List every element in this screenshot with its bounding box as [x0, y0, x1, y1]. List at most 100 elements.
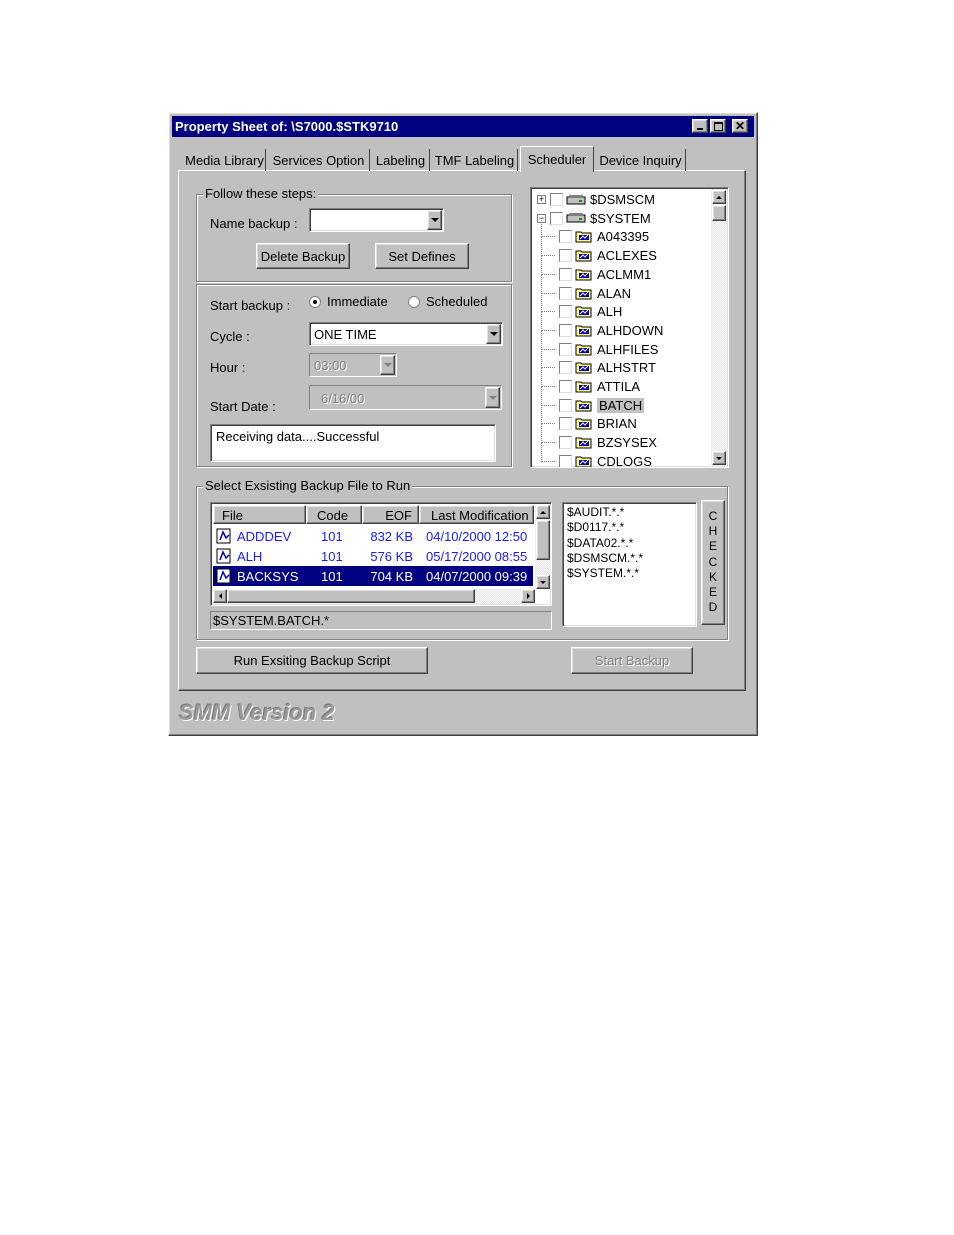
tree-item-checkbox[interactable]	[559, 398, 572, 412]
tree-item-label: ALHDOWN	[597, 322, 664, 338]
checked-item[interactable]: $D0117.*.*	[567, 520, 643, 535]
list-hscroll-thumb[interactable]	[227, 589, 475, 603]
tree-item-checkbox[interactable]	[559, 286, 572, 300]
delete-backup-button[interactable]: Delete Backup	[256, 243, 350, 269]
cycle-select[interactable]: ONE TIME	[309, 322, 503, 346]
tree-scroll-down-button[interactable]	[712, 451, 726, 465]
column-header-code[interactable]: Code	[306, 505, 362, 524]
name-backup-dropdown-button[interactable]	[427, 210, 442, 230]
tree-item[interactable]: ALHSTRT	[541, 349, 656, 377]
tree-item-label: BATCH	[597, 397, 645, 413]
tree-item-checkbox[interactable]	[559, 230, 572, 244]
run-existing-backup-button[interactable]: Run Exsiting Backup Script	[196, 647, 428, 674]
tree-item-checkbox[interactable]	[559, 249, 572, 263]
last-modification-cell: 04/07/2000 09:39	[426, 569, 528, 584]
tree-item-checkbox[interactable]	[559, 267, 572, 281]
list-scroll-down-button[interactable]	[536, 575, 550, 589]
tab-device-inquiry[interactable]: Device Inquiry	[596, 149, 686, 171]
tree-item-checkbox[interactable]	[559, 380, 572, 393]
tree-item-label: ATTILA	[597, 379, 641, 394]
title-bar[interactable]: Property Sheet of: \S7000.$STK9710 ✕	[172, 116, 754, 137]
checked-items-list[interactable]: $AUDIT.*.* $D0117.*.* $DATA02.*.* $DSMSCM.*…	[562, 502, 697, 627]
tree-item[interactable]: ALHFILES	[541, 330, 658, 359]
tree-scroll-up-button[interactable]	[712, 190, 726, 204]
immediate-radio-indicator[interactable]	[309, 295, 321, 308]
minimize-button[interactable]	[692, 119, 708, 133]
list-scroll-left-button[interactable]	[213, 589, 227, 603]
column-header-file[interactable]: File	[213, 505, 306, 524]
list-scroll-up-button[interactable]	[536, 505, 550, 519]
tree-item[interactable]: BRIAN	[541, 405, 637, 433]
start-date-dropdown-button[interactable]	[485, 387, 500, 408]
tree-connector-vertical	[541, 405, 542, 425]
tree-item-checkbox[interactable]	[559, 342, 572, 356]
eof-cell: 576 KB	[370, 549, 413, 564]
scheduled-radio-indicator[interactable]	[408, 295, 420, 308]
tree-item[interactable]: BZSYSEX	[541, 424, 657, 452]
checked-item[interactable]: $DSMSCM.*.*	[567, 551, 643, 566]
tree-connector	[541, 329, 555, 331]
hour-dropdown-button[interactable]	[380, 355, 395, 375]
tree-item[interactable]: + $DSMSCM	[537, 190, 655, 209]
tab-services-option[interactable]: Services Option	[268, 149, 370, 171]
list-scroll-right-button[interactable]	[521, 589, 535, 603]
tree-item-checkbox[interactable]	[559, 323, 572, 337]
column-header-last-modification[interactable]: Last Modification	[419, 505, 534, 524]
tree-item[interactable]: A043395	[541, 218, 649, 246]
tree-item[interactable]: ACLMM1	[541, 255, 652, 284]
table-row[interactable]: ADDDEV 101 832 KB 04/10/2000 12:50	[213, 526, 533, 546]
list-vscrollbar[interactable]	[535, 505, 551, 589]
backup-file-list[interactable]: File Code EOF Last Modification ADDDEV 10…	[210, 502, 552, 606]
start-date-picker[interactable]: 6/16/00	[309, 385, 502, 410]
table-row[interactable]: BACKSYS 101 704 KB 04/07/2000 09:39	[213, 566, 533, 586]
folder-icon	[575, 436, 593, 449]
expand-icon[interactable]: +	[537, 195, 546, 204]
tree-item-checkbox[interactable]	[550, 211, 563, 225]
checked-item[interactable]: $SYSTEM.*.*	[567, 566, 643, 581]
list-vscroll-thumb[interactable]	[536, 520, 550, 560]
disk-drive-icon	[566, 212, 586, 224]
checked-item[interactable]: $DATA02.*.*	[567, 536, 643, 551]
tree-item[interactable]: − $SYSTEM	[537, 209, 651, 228]
start-backup-button[interactable]: Start Backup	[571, 647, 693, 674]
tree-item[interactable]: ALAN	[541, 274, 631, 303]
column-header-eof[interactable]: EOF	[362, 505, 419, 524]
tree-item[interactable]: CDLOGS	[541, 442, 652, 467]
cycle-dropdown-button[interactable]	[486, 324, 501, 344]
tree-item-checkbox[interactable]	[559, 361, 572, 375]
tree-connector	[541, 367, 555, 369]
maximize-button[interactable]	[710, 119, 726, 133]
tree-item-label: ACLMM1	[597, 266, 652, 282]
close-button[interactable]: ✕	[732, 119, 748, 133]
hour-select[interactable]: 03:00	[309, 353, 397, 377]
name-backup-combo[interactable]	[309, 208, 444, 232]
tree-item-checkbox[interactable]	[559, 454, 572, 467]
tree-item[interactable]: ALHDOWN	[541, 311, 664, 340]
tree-item[interactable]: ACLEXES	[541, 237, 657, 265]
tree-item[interactable]: ATTILA	[541, 368, 641, 396]
tab-scheduler[interactable]: Scheduler	[520, 146, 594, 172]
tree-item-checkbox[interactable]	[559, 417, 572, 431]
tree-item[interactable]: ALH	[541, 293, 622, 321]
tree-item-checkbox[interactable]	[559, 436, 572, 450]
volume-tree[interactable]: + $DSMSCM − $SYSTEM A043395 ACLEXES ACLMM1 ALAN…	[530, 187, 729, 468]
tab-media-library[interactable]: Media Library	[184, 149, 266, 171]
checked-toggle-button[interactable]: CHECKED	[701, 500, 725, 625]
tree-connector-vertical	[541, 218, 542, 238]
checked-item[interactable]: $AUDIT.*.*	[567, 505, 643, 520]
list-hscrollbar[interactable]	[213, 589, 535, 604]
tree-item[interactable]: BATCH	[541, 386, 645, 415]
tab-labeling[interactable]: Labeling	[372, 149, 430, 171]
tree-scrollbar[interactable]	[711, 189, 727, 466]
tab-tmf-labeling[interactable]: TMF Labeling	[432, 149, 518, 171]
tree-item-checkbox[interactable]	[559, 305, 572, 319]
immediate-radio[interactable]: Immediate	[309, 294, 388, 309]
tree-item-checkbox[interactable]	[550, 193, 563, 206]
checked-label-letter: E	[708, 585, 717, 600]
set-defines-button[interactable]: Set Defines	[375, 243, 469, 269]
checked-label-letter: C	[708, 509, 718, 523]
tree-connector-vertical	[541, 349, 542, 369]
scheduled-radio[interactable]: Scheduled	[408, 294, 487, 309]
table-row[interactable]: ALH 101 576 KB 05/17/2000 08:55	[213, 546, 533, 566]
tree-scroll-thumb[interactable]	[712, 205, 726, 221]
